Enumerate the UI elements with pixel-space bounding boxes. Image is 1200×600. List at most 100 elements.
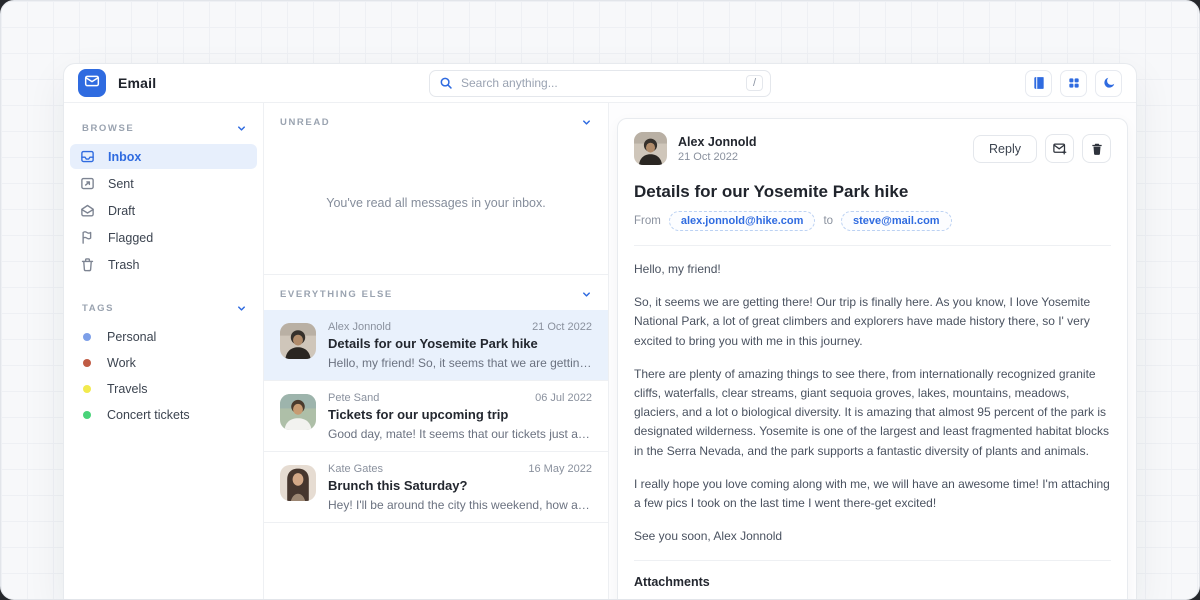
book-button[interactable] (1025, 70, 1052, 97)
avatar (280, 465, 316, 501)
sidebar-item-label: Draft (108, 204, 135, 218)
sidebar-item-label: Trash (108, 258, 140, 272)
to-label: to (823, 215, 833, 227)
attachments-label: Attachments (634, 575, 1111, 589)
delete-mail-button[interactable] (1082, 134, 1111, 163)
topbar-actions (1025, 70, 1122, 97)
browse-label: BROWSE (82, 123, 134, 134)
detail-subject: Details for our Yosemite Park hike (634, 182, 1111, 202)
search-area: / (429, 70, 771, 97)
sidebar-item-trash[interactable]: Trash (70, 252, 257, 277)
chevron-down-icon[interactable] (236, 303, 247, 314)
email-signoff: See you soon, Alex Jonnold (634, 527, 1111, 546)
email-body: Hello, my friend! So, it seems we are ge… (634, 260, 1111, 546)
sidebar-item-draft[interactable]: Draft (70, 198, 257, 223)
divider (634, 245, 1111, 246)
search-box[interactable]: / (429, 70, 771, 97)
email-detail-header: Alex Jonnold 21 Oct 2022 Reply (634, 132, 1111, 165)
email-preview: Good day, mate! It seems that our ticket… (328, 427, 592, 441)
sidebar: BROWSE Inbox Sent (64, 103, 264, 599)
book-icon (1032, 76, 1046, 90)
envelope-logo-icon (84, 73, 100, 94)
email-app-window: Email / (0, 0, 1200, 600)
tag-label: Concert tickets (107, 408, 190, 422)
sent-icon (80, 176, 95, 191)
tag-item-personal[interactable]: Personal (70, 324, 257, 349)
moon-icon (1102, 76, 1116, 90)
from-label: From (634, 215, 661, 227)
tag-item-work[interactable]: Work (70, 350, 257, 375)
apps-grid-icon (1067, 76, 1081, 90)
email-paragraph: I really hope you love coming along with… (634, 475, 1111, 513)
unread-label: UNREAD (280, 117, 330, 128)
unread-section-header[interactable]: UNREAD (264, 103, 608, 138)
search-icon (439, 76, 453, 90)
top-bar: Email / (64, 64, 1136, 103)
forward-mail-button[interactable] (1045, 134, 1074, 163)
email-sender: Alex Jonnold (328, 321, 391, 333)
dark-mode-button[interactable] (1095, 70, 1122, 97)
email-list-item[interactable]: Kate Gates 16 May 2022 Brunch this Satur… (264, 452, 608, 523)
from-to-row: From alex.jonnold@hike.com to steve@mail… (634, 211, 1111, 231)
tag-label: Work (107, 356, 136, 370)
tag-dot (83, 411, 91, 419)
avatar (634, 132, 667, 165)
email-sender: Kate Gates (328, 463, 383, 475)
detail-actions: Reply (973, 134, 1111, 163)
tags-section-header[interactable]: TAGS (70, 279, 257, 324)
unread-empty-state: You've read all messages in your inbox. (264, 138, 608, 268)
email-paragraph: There are plenty of amazing things to se… (634, 365, 1111, 461)
email-list-item[interactable]: Alex Jonnold 21 Oct 2022 Details for our… (264, 310, 608, 381)
app-card: Email / (63, 63, 1137, 599)
mail-plus-icon (1052, 141, 1067, 156)
chevron-down-icon[interactable] (581, 289, 592, 300)
tags-label: TAGS (82, 303, 114, 314)
detail-date: 21 Oct 2022 (678, 151, 756, 163)
sidebar-item-sent[interactable]: Sent (70, 171, 257, 196)
email-subject: Tickets for our upcoming trip (328, 407, 592, 422)
sidebar-item-flagged[interactable]: Flagged (70, 225, 257, 250)
email-date: 21 Oct 2022 (532, 321, 592, 333)
email-preview: Hello, my friend! So, it seems that we a… (328, 356, 592, 370)
main-area: BROWSE Inbox Sent (64, 103, 1136, 599)
to-email-chip[interactable]: steve@mail.com (841, 211, 952, 231)
detail-sender-name: Alex Jonnold (678, 135, 756, 149)
message-list-column: UNREAD You've read all messages in your … (264, 103, 609, 599)
tag-item-concert-tickets[interactable]: Concert tickets (70, 402, 257, 427)
email-list-item[interactable]: Pete Sand 06 Jul 2022 Tickets for our up… (264, 381, 608, 452)
sidebar-item-inbox[interactable]: Inbox (70, 144, 257, 169)
everything-else-label: EVERYTHING ELSE (280, 289, 393, 300)
email-paragraph: Hello, my friend! (634, 260, 1111, 279)
inbox-icon (80, 149, 95, 164)
apps-button[interactable] (1060, 70, 1087, 97)
chevron-down-icon[interactable] (581, 117, 592, 128)
email-paragraph: So, it seems we are getting there! Our t… (634, 293, 1111, 351)
app-logo (78, 69, 106, 97)
sidebar-item-label: Sent (108, 177, 134, 191)
avatar (280, 323, 316, 359)
from-email-chip[interactable]: alex.jonnold@hike.com (669, 211, 816, 231)
unread-empty-text: You've read all messages in your inbox. (326, 196, 545, 210)
trash-icon (1090, 142, 1104, 156)
tag-dot (83, 333, 91, 341)
reply-button[interactable]: Reply (973, 135, 1037, 163)
tag-label: Personal (107, 330, 156, 344)
flag-icon (80, 230, 95, 245)
chevron-down-icon[interactable] (236, 123, 247, 134)
search-shortcut-key: / (746, 75, 763, 91)
divider (634, 560, 1111, 561)
tag-item-travels[interactable]: Travels (70, 376, 257, 401)
search-input[interactable] (461, 76, 746, 90)
draft-icon (80, 203, 95, 218)
reading-pane: Alex Jonnold 21 Oct 2022 Reply (609, 103, 1136, 599)
email-date: 06 Jul 2022 (535, 392, 592, 404)
email-detail-card: Alex Jonnold 21 Oct 2022 Reply (617, 118, 1128, 600)
browse-section-header[interactable]: BROWSE (70, 109, 257, 144)
email-sender: Pete Sand (328, 392, 379, 404)
app-title: Email (118, 75, 156, 91)
email-date: 16 May 2022 (528, 463, 592, 475)
tag-label: Travels (107, 382, 148, 396)
everything-else-section-header[interactable]: EVERYTHING ELSE (264, 274, 608, 310)
tag-dot (83, 359, 91, 367)
avatar (280, 394, 316, 430)
